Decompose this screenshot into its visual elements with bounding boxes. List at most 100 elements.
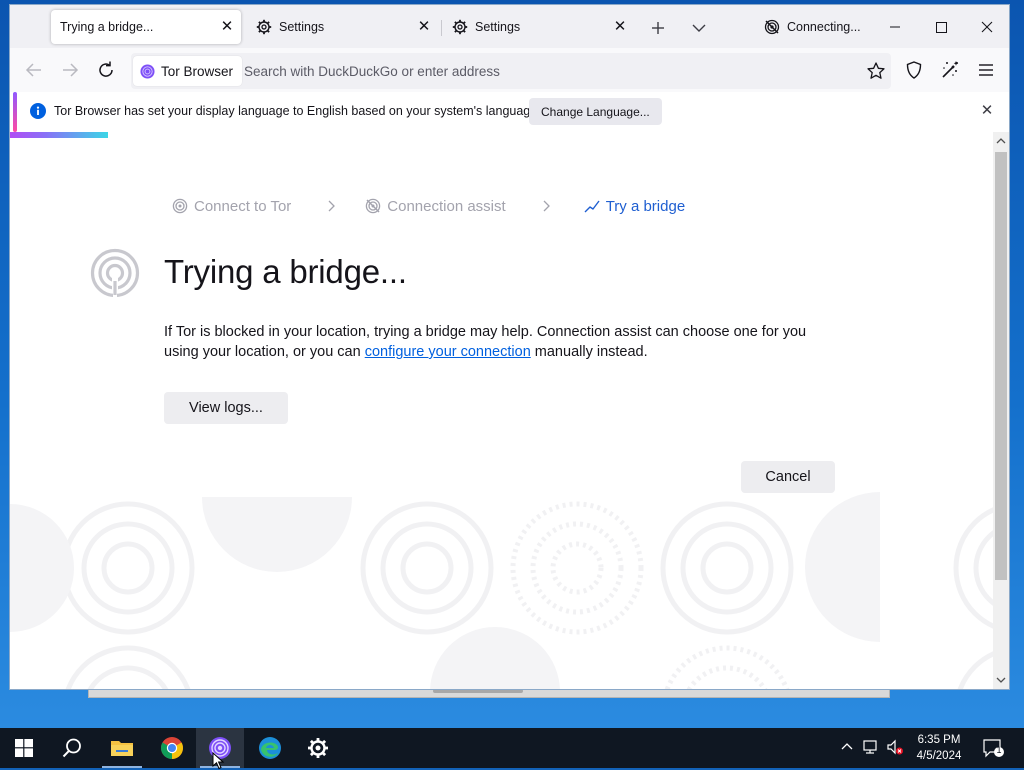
notification-message: Tor Browser has set your display languag… (54, 104, 541, 118)
tab-strip: Trying a bridge... ✕ Settings ✕ Settings… (10, 5, 1009, 48)
gear-icon (256, 19, 272, 35)
bridge-icon (584, 200, 600, 213)
close-tab-icon[interactable]: ✕ (219, 19, 235, 35)
plus-icon (652, 22, 664, 34)
scroll-down-icon[interactable] (996, 675, 1006, 685)
breadcrumb-label: Try a bridge (605, 197, 686, 215)
page-content: Connect to Tor Connection assist Try a b… (10, 132, 993, 689)
breadcrumb-connect-to-tor[interactable]: Connect to Tor (172, 198, 291, 215)
tab-title: Settings (475, 20, 521, 34)
reload-icon (99, 61, 113, 77)
search-icon (62, 738, 81, 758)
tab-settings-2[interactable]: Settings ✕ (444, 10, 634, 44)
tray-chevron-up-icon[interactable] (838, 738, 856, 756)
notification-count: 1 (996, 745, 1002, 755)
tor-browser-window: Trying a bridge... ✕ Settings ✕ Settings… (10, 5, 1009, 689)
view-logs-button[interactable]: View logs... (164, 392, 288, 424)
configure-connection-link[interactable]: configure your connection (365, 344, 531, 360)
chrome-icon (161, 737, 183, 759)
chevron-right-icon (328, 200, 336, 212)
description-text-end: manually instead. (530, 344, 648, 360)
minimize-icon (890, 26, 900, 28)
breadcrumb-label: Connect to Tor (194, 197, 292, 215)
tab-settings-1[interactable]: Settings ✕ (248, 10, 438, 44)
tor-onion-icon (172, 198, 188, 214)
tor-status-label: Connecting... (787, 20, 861, 34)
tab-separator (441, 20, 442, 36)
tor-connecting-icon (764, 19, 780, 35)
hamburger-menu-icon (979, 64, 993, 76)
tor-onion-icon (140, 63, 155, 79)
background-pattern (10, 492, 993, 689)
breadcrumb-try-a-bridge[interactable]: Try a bridge (584, 198, 685, 215)
start-button[interactable] (0, 728, 48, 768)
tor-disconnected-icon (366, 198, 381, 214)
new-identity-button[interactable] (939, 59, 961, 81)
language-notification-bar: Tor Browser has set your display languag… (10, 92, 1009, 132)
tab-title: Settings (279, 20, 325, 34)
maximize-button[interactable] (918, 13, 964, 41)
taskbar-chrome[interactable] (148, 728, 196, 768)
list-all-tabs-button[interactable] (688, 17, 710, 39)
volume-muted-icon[interactable] (886, 738, 904, 756)
taskbar-search-button[interactable] (48, 728, 96, 768)
vertical-scrollbar[interactable] (993, 132, 1009, 689)
info-icon (30, 103, 46, 119)
system-clock[interactable]: 6:35 PM 4/5/2024 (908, 732, 970, 764)
file-explorer-icon (111, 741, 133, 756)
scrollbar-thumb[interactable] (995, 152, 1007, 580)
identity-label: Tor Browser (161, 63, 234, 79)
mouse-cursor-icon (212, 752, 225, 770)
app-menu-button[interactable] (975, 59, 997, 81)
breadcrumb: Connect to Tor Connection assist Try a b… (172, 195, 685, 217)
maximize-icon (936, 22, 947, 33)
gear-icon (452, 19, 468, 35)
breadcrumb-connection-assist[interactable]: Connection assist (365, 197, 506, 215)
close-tab-icon[interactable]: ✕ (416, 19, 432, 35)
network-icon[interactable] (862, 738, 880, 756)
clock-time: 6:35 PM (917, 734, 961, 746)
identity-box[interactable]: Tor Browser (133, 56, 243, 86)
chevron-down-icon (692, 24, 706, 32)
taskbar-file-explorer[interactable] (98, 728, 146, 768)
new-tab-button[interactable] (647, 17, 669, 39)
bookmark-star-button[interactable] (866, 61, 886, 81)
security-level-button[interactable] (903, 59, 925, 81)
forward-arrow-icon (63, 63, 79, 77)
breadcrumb-label: Connection assist (387, 197, 506, 215)
address-input[interactable] (244, 57, 844, 85)
close-window-button[interactable] (964, 13, 1009, 41)
page-title: Trying a bridge... (164, 253, 407, 290)
change-language-button[interactable]: Change Language... (529, 98, 662, 125)
page-description: If Tor is blocked in your location, tryi… (164, 322, 844, 362)
notification-icon (983, 739, 1004, 758)
cancel-button[interactable]: Cancel (741, 461, 835, 493)
taskbar-settings[interactable] (294, 728, 342, 768)
back-arrow-icon (25, 63, 41, 77)
windows-start-icon (15, 739, 33, 757)
reload-button[interactable] (94, 58, 118, 82)
chevron-right-icon (543, 200, 550, 212)
close-tab-icon[interactable]: ✕ (612, 19, 628, 35)
shield-icon (906, 61, 922, 79)
tab-title: Trying a bridge... (60, 20, 154, 34)
url-bar: Tor Browser (131, 53, 891, 89)
taskbar-edge[interactable] (246, 728, 294, 768)
scroll-up-icon[interactable] (996, 136, 1006, 146)
close-icon (981, 21, 993, 33)
navigation-toolbar: Tor Browser (10, 48, 1009, 92)
tor-connection-status[interactable]: Connecting... (764, 17, 861, 37)
forward-button[interactable] (58, 58, 82, 82)
settings-icon (308, 738, 328, 758)
edge-icon (259, 737, 281, 759)
tor-connecting-large-icon (90, 248, 140, 298)
action-center-button[interactable]: 1 (982, 737, 1006, 759)
minimize-button[interactable] (872, 13, 918, 41)
notification-accent (13, 92, 17, 132)
windows-taskbar: 6:35 PM 4/5/2024 1 (0, 728, 1024, 768)
back-button[interactable] (22, 58, 46, 82)
tab-trying-bridge[interactable]: Trying a bridge... ✕ (51, 10, 241, 44)
loading-progress-bar (10, 132, 108, 138)
star-icon (867, 62, 885, 79)
close-notification-icon[interactable]: ✕ (979, 103, 995, 119)
